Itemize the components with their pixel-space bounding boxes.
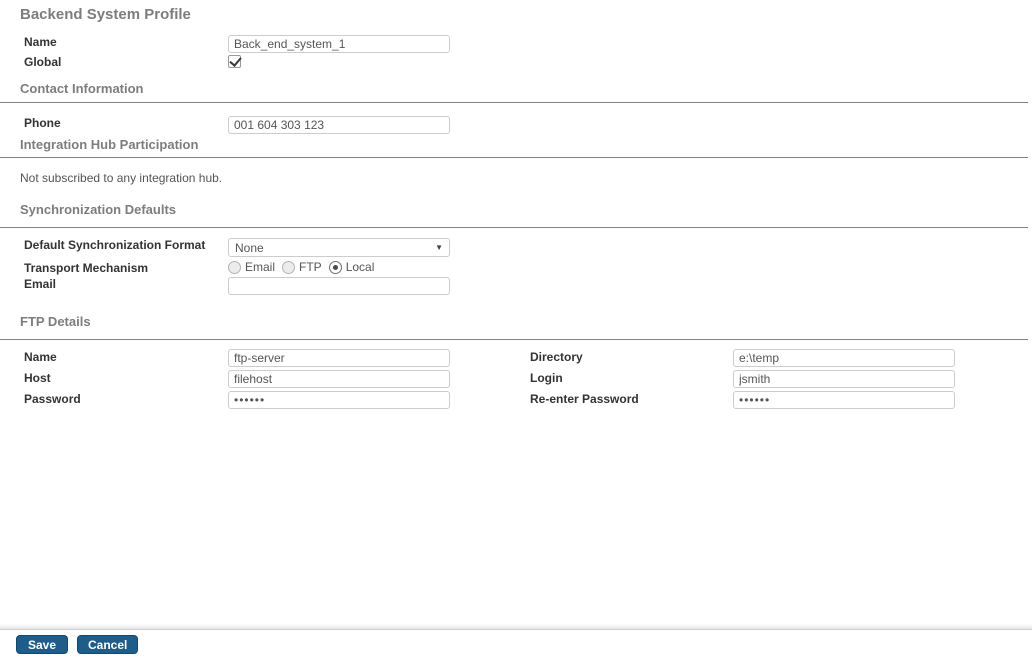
ftp-host-input[interactable]: [228, 370, 450, 388]
ftp-login-input[interactable]: [733, 370, 955, 388]
save-button[interactable]: Save: [16, 635, 68, 654]
integration-hub-status: Not subscribed to any integration hub.: [20, 171, 223, 185]
transport-mechanism-label: Transport Mechanism: [24, 261, 149, 275]
page-title: Backend System Profile: [20, 6, 191, 23]
sync-format-select[interactable]: None ▼: [228, 238, 450, 257]
transport-radio-ftp-label[interactable]: FTP: [299, 260, 322, 274]
chevron-down-icon: ▼: [435, 243, 443, 252]
backend-system-profile-page: Backend System Profile Name Global Conta…: [0, 0, 1032, 657]
transport-radio-email[interactable]: [228, 260, 241, 274]
section-divider: [0, 157, 1028, 158]
email-label: Email: [24, 277, 57, 291]
name-input[interactable]: [228, 35, 450, 53]
ftp-directory-input[interactable]: [733, 349, 955, 367]
transport-radio-ftp[interactable]: [282, 260, 296, 274]
ftp-reenter-password-input[interactable]: [733, 391, 955, 409]
sync-format-selected-value: None: [235, 240, 264, 255]
ftp-reenter-password-label: Re-enter Password: [530, 392, 639, 406]
ftp-password-label: Password: [24, 392, 81, 406]
ftp-details-header: FTP Details: [20, 314, 91, 329]
footer-divider: [0, 624, 1032, 630]
email-input[interactable]: [228, 277, 450, 295]
ftp-login-label: Login: [530, 371, 563, 385]
integration-hub-header: Integration Hub Participation: [20, 137, 199, 152]
sync-defaults-header: Synchronization Defaults: [20, 202, 177, 217]
phone-input[interactable]: [228, 116, 450, 134]
section-divider: [0, 227, 1028, 228]
ftp-directory-label: Directory: [530, 350, 583, 364]
transport-radio-local-label[interactable]: Local: [346, 260, 375, 274]
ftp-name-label: Name: [24, 350, 57, 364]
sync-format-label: Default Synchronization Format: [24, 238, 206, 252]
transport-radio-email-label[interactable]: Email: [245, 260, 275, 274]
ftp-host-label: Host: [24, 371, 51, 385]
transport-mechanism-radio-group: Email FTP Local: [228, 260, 381, 274]
global-checkbox[interactable]: [228, 55, 241, 68]
name-label: Name: [24, 35, 57, 49]
cancel-button[interactable]: Cancel: [77, 635, 139, 654]
section-divider: [0, 339, 1028, 340]
transport-radio-local[interactable]: [328, 260, 342, 274]
contact-information-header: Contact Information: [20, 81, 144, 96]
ftp-password-input[interactable]: [228, 391, 450, 409]
section-divider: [0, 102, 1028, 103]
phone-label: Phone: [24, 116, 61, 130]
ftp-name-input[interactable]: [228, 349, 450, 367]
global-label: Global: [24, 55, 62, 69]
